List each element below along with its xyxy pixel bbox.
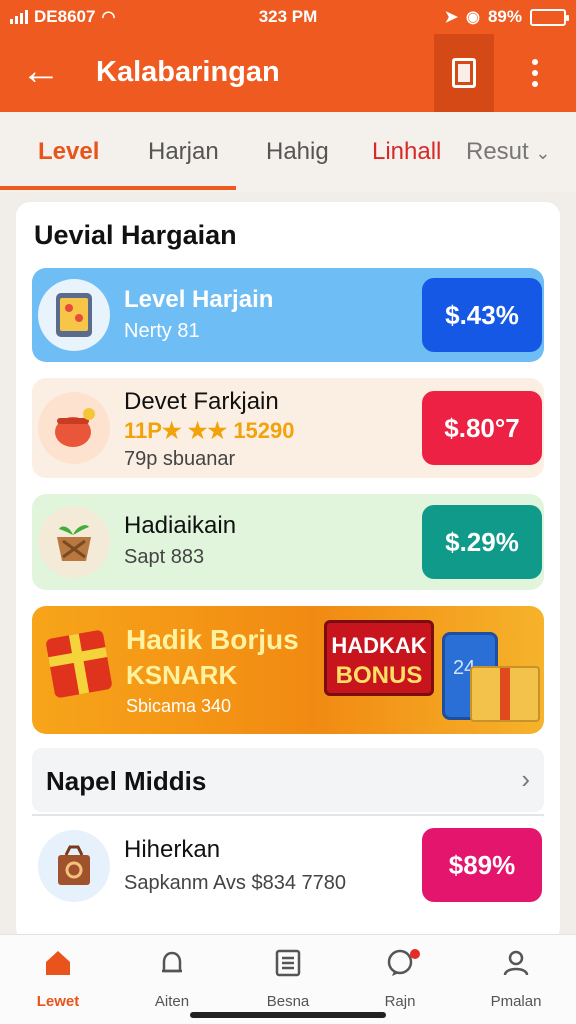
bonus-banner[interactable]: Hadik Borjus KSNARK Sbicama 340 HADKAK B…	[32, 606, 544, 734]
nav-item-alerts[interactable]: Aiten	[122, 943, 222, 1010]
item-subtitle: 79p sbuanar	[124, 448, 236, 470]
price-badge[interactable]: $.29%	[422, 505, 542, 579]
page-title: Kalabaringan	[96, 56, 280, 88]
basket-icon	[38, 506, 110, 578]
nav-label: Lewet	[36, 993, 80, 1010]
price-badge[interactable]: $89%	[422, 828, 542, 902]
price-badge[interactable]: $.43%	[422, 278, 542, 352]
tab-level[interactable]: Level	[38, 138, 99, 166]
nav-label: Pmalan	[490, 993, 542, 1010]
bonus-badge: HADKAK BONUS	[324, 620, 434, 696]
app-bar: ← Kalabaringan	[0, 34, 576, 112]
divider	[32, 814, 544, 816]
document-icon	[452, 58, 476, 88]
home-indicator	[190, 1012, 386, 1018]
item-title: Hiherkan	[124, 836, 221, 863]
section-title: Uevial Hargaian	[34, 220, 237, 250]
bonus-badge-line2: BONUS	[335, 662, 423, 689]
price-badge[interactable]: $.80°7	[422, 391, 542, 465]
tab-bar: Level Harjan Hahig Linhall Resut ⌄	[0, 112, 576, 192]
battery-percent: 89%	[487, 7, 522, 26]
chevron-right-icon: ›	[521, 764, 530, 794]
nav-label: Besna	[266, 993, 310, 1010]
more-options-icon[interactable]	[520, 52, 550, 94]
banner-title: Hadik Borjus	[126, 624, 299, 655]
top-bar: DE8607 ◠ 323 PM ➤ ◉ 89% ← Kalabaringan	[0, 0, 576, 112]
bottom-nav: Lewet Aiten Besna Rajn Pmalan	[0, 934, 576, 1024]
tab-reset[interactable]: Resut ⌄	[466, 138, 550, 166]
tab-hahig[interactable]: Hahig	[266, 138, 329, 166]
nav-item-list[interactable]: Besna	[238, 943, 338, 1010]
tab-linhall[interactable]: Linhall	[372, 138, 441, 166]
list-item[interactable]: Hiherkan Sapkanm Avs $834 7780 $89%	[32, 822, 544, 912]
list-item[interactable]: Level Harjain Nerty 81 $.43%	[32, 268, 544, 362]
bonus-badge-line1: HADKAK	[331, 633, 427, 658]
notification-dot	[410, 949, 420, 959]
active-tab-indicator	[0, 186, 236, 190]
nav-item-profile[interactable]: Pmalan	[466, 943, 566, 1010]
gift-box-icon	[470, 666, 540, 722]
alarm-icon: ◉	[466, 9, 480, 26]
status-right: ➤ ◉ 89%	[444, 7, 569, 27]
nav-item-home[interactable]: Lewet	[8, 943, 108, 1010]
item-title: Level Harjain	[124, 286, 274, 313]
item-title: Devet Farkjain	[124, 388, 279, 415]
tab-harjan[interactable]: Harjan	[148, 138, 219, 166]
nav-item-chat[interactable]: Rajn	[350, 943, 450, 1010]
user-icon	[496, 947, 536, 987]
parcel-icon	[38, 830, 110, 902]
list-item[interactable]: Devet Farkjain 11P★ ★★ 15290 79p sbuanar…	[32, 378, 544, 478]
battery-icon	[530, 8, 569, 26]
item-title: Hadiaikain	[124, 512, 237, 539]
list-icon	[268, 947, 308, 987]
status-bar: DE8607 ◠ 323 PM ➤ ◉ 89%	[0, 0, 576, 34]
gift-icon	[45, 629, 113, 699]
item-subtitle: Sapkanm Avs $834 7780	[124, 872, 347, 894]
location-icon: ➤	[444, 9, 458, 26]
banner-caption: Sbicama 340	[126, 696, 232, 716]
banner-subtitle: KSNARK	[126, 660, 238, 690]
document-button[interactable]	[434, 34, 494, 112]
home-icon	[38, 947, 78, 987]
item-subtitle: Sapt 883	[124, 546, 205, 568]
section-header-title: Napel Middis	[46, 766, 207, 796]
back-arrow-icon[interactable]: ←	[18, 50, 64, 96]
nav-label: Aiten	[154, 993, 190, 1010]
pot-icon	[38, 392, 110, 464]
item-subtitle: Nerty 81	[124, 320, 200, 342]
main-card: Uevial Hargaian Level Harjain Nerty 81 $…	[16, 202, 560, 942]
chevron-down-icon: ⌄	[535, 143, 551, 163]
section-header[interactable]: Napel Middis ›	[32, 748, 544, 812]
tablet-icon	[38, 279, 110, 351]
list-item[interactable]: Hadiaikain Sapt 883 $.29%	[32, 494, 544, 590]
rating-stars: 11P★ ★★ 15290	[124, 418, 295, 443]
nav-label: Rajn	[384, 993, 416, 1010]
tab-reset-label: Resut	[466, 138, 529, 165]
bell-icon	[152, 947, 192, 987]
